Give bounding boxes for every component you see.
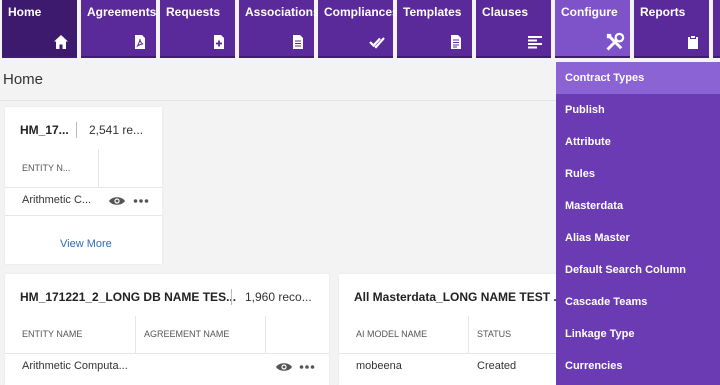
record-count: 2,541 re... bbox=[89, 123, 144, 137]
nav-tile-home[interactable]: Home bbox=[2, 0, 77, 58]
cell-ai-model-name: mobeena bbox=[356, 360, 402, 372]
pdf-file-icon bbox=[132, 34, 148, 50]
configure-dropdown-menu: Contract Types Publish Attribute Rules M… bbox=[556, 62, 720, 385]
cell-status: Created bbox=[477, 360, 517, 372]
nav-tile-reports[interactable]: Reports bbox=[634, 0, 709, 58]
card-title: All Masterdata_LONG NAME TEST ... bbox=[354, 290, 564, 304]
menu-item-default-search-column[interactable]: Default Search Column bbox=[556, 254, 720, 286]
cell-entity-name: Arithmetic Computa... bbox=[22, 360, 128, 372]
title-separator bbox=[231, 289, 232, 305]
menu-item-currencies[interactable]: Currencies bbox=[556, 350, 720, 382]
nav-tile-label: Home bbox=[8, 5, 42, 19]
dashboard-card: All Masterdata_LONG NAME TEST ... AI MOD… bbox=[339, 274, 569, 385]
column-divider bbox=[468, 316, 469, 353]
align-left-icon bbox=[527, 34, 543, 50]
template-icon bbox=[448, 34, 464, 50]
column-header-agreement-name: AGREEMENT NAME bbox=[144, 329, 230, 339]
more-options-icon[interactable] bbox=[298, 360, 316, 374]
record-count: 1,960 reco... bbox=[245, 290, 312, 304]
nav-tile-label: Templates bbox=[403, 5, 462, 19]
menu-item-contract-types[interactable]: Contract Types bbox=[556, 62, 720, 94]
title-separator bbox=[76, 122, 77, 138]
top-navigation: Home Agreements Requests Associations Co… bbox=[0, 0, 720, 60]
dashboard-card: HM_17... 2,541 re... ENTITY N... Arithme… bbox=[5, 107, 162, 264]
tools-icon bbox=[605, 32, 625, 52]
row-divider bbox=[5, 353, 329, 354]
cell-entity: Arithmetic C... bbox=[22, 194, 92, 206]
home-icon bbox=[53, 34, 69, 50]
column-header-entity-name: ENTITY NAME bbox=[22, 329, 83, 339]
row-divider bbox=[5, 187, 162, 188]
page-title: Home bbox=[3, 71, 44, 88]
eye-icon[interactable] bbox=[108, 194, 126, 208]
nav-tile-associations[interactable]: Associations bbox=[239, 0, 320, 58]
menu-item-linkage-type[interactable]: Linkage Type bbox=[556, 318, 720, 350]
nav-tile-label: Requests bbox=[166, 5, 221, 19]
nav-tile-agreements[interactable]: Agreements bbox=[81, 0, 156, 58]
menu-item-alias-master[interactable]: Alias Master bbox=[556, 222, 720, 254]
nav-tile-label: Agreements bbox=[87, 5, 157, 19]
nav-tile-compliances[interactable]: Compliances bbox=[318, 0, 399, 58]
nav-tile-requests[interactable]: Requests bbox=[160, 0, 235, 58]
column-header-entity: ENTITY N... bbox=[22, 163, 71, 173]
add-file-icon bbox=[211, 34, 227, 50]
menu-item-rules[interactable]: Rules bbox=[556, 158, 720, 190]
nav-tile-label: Clauses bbox=[482, 5, 529, 19]
menu-item-masterdata[interactable]: Masterdata bbox=[556, 190, 720, 222]
nav-tile-templates[interactable]: Templates bbox=[397, 0, 472, 58]
row-divider bbox=[339, 353, 569, 354]
menu-item-cascade-teams[interactable]: Cascade Teams bbox=[556, 286, 720, 318]
nav-tile-label: Associations bbox=[245, 5, 320, 19]
view-more-link[interactable]: View More bbox=[60, 238, 112, 250]
nav-tile-overflow[interactable] bbox=[713, 0, 720, 58]
eye-icon[interactable] bbox=[275, 360, 293, 374]
nav-tile-label: Compliances bbox=[324, 5, 399, 19]
dashboard-card: HM_171221_2_LONG DB NAME TES... 1,960 re… bbox=[5, 274, 329, 385]
clipboard-icon bbox=[685, 34, 701, 50]
column-header-ai-model-name: AI MODEL NAME bbox=[356, 329, 428, 339]
nav-tile-configure[interactable]: Configure bbox=[555, 0, 630, 58]
menu-item-publish[interactable]: Publish bbox=[556, 94, 720, 126]
nav-tile-label: Reports bbox=[640, 5, 686, 19]
column-divider bbox=[265, 316, 266, 353]
more-options-icon[interactable] bbox=[132, 194, 150, 208]
document-icon bbox=[290, 34, 306, 50]
column-header-status: STATUS bbox=[477, 329, 512, 339]
row-divider bbox=[5, 215, 162, 216]
card-title: HM_17... bbox=[20, 123, 69, 137]
nav-tile-label: Configure bbox=[561, 5, 618, 19]
column-divider bbox=[98, 149, 99, 187]
card-title: HM_171221_2_LONG DB NAME TES... bbox=[20, 290, 237, 304]
menu-item-attribute[interactable]: Attribute bbox=[556, 126, 720, 158]
title-divider bbox=[0, 100, 556, 101]
column-divider bbox=[135, 316, 136, 353]
nav-tile-clauses[interactable]: Clauses bbox=[476, 0, 551, 58]
double-check-icon bbox=[369, 34, 385, 50]
